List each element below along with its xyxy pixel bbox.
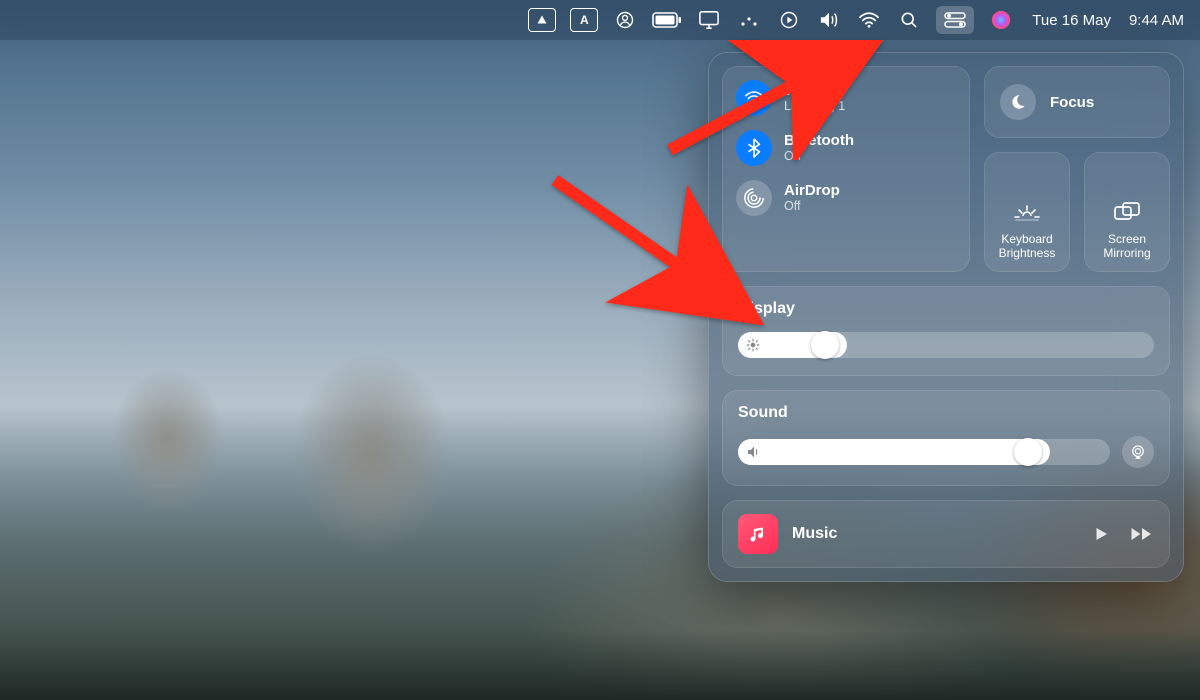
wifi-title: Wi-Fi: [784, 82, 845, 99]
display-title: Display: [738, 300, 1154, 318]
airdrop-title: AirDrop: [784, 182, 840, 199]
wifi-icon[interactable]: [856, 6, 882, 34]
screen-mirroring-button[interactable]: Screen Mirroring: [1084, 152, 1170, 272]
airdrop-control[interactable]: AirDrop Off: [736, 180, 956, 216]
focus-title: Focus: [1050, 94, 1094, 111]
battery-icon[interactable]: [652, 6, 682, 34]
display-menu-icon[interactable]: [696, 6, 722, 34]
next-track-button[interactable]: [1130, 525, 1154, 543]
control-center-panel: Wi-Fi Lightning 1 Bluetooth On AirDrop: [708, 52, 1184, 582]
bluetooth-toggle-icon: [736, 130, 772, 166]
airdrop-toggle-icon: [736, 180, 772, 216]
menubar-time[interactable]: 9:44 AM: [1129, 12, 1184, 29]
play-button[interactable]: [1092, 525, 1110, 543]
wifi-subtitle: Lightning 1: [784, 99, 845, 114]
speaker-icon: [746, 445, 762, 459]
menubar-date[interactable]: Tue 16 May: [1032, 12, 1111, 29]
menu-bar: A Tue 16 May 9:44 AM: [0, 0, 1200, 40]
wifi-control[interactable]: Wi-Fi Lightning 1: [736, 80, 956, 116]
sound-output-button[interactable]: [1122, 436, 1154, 468]
brightness-icon: [746, 338, 760, 352]
connectivity-tile: Wi-Fi Lightning 1 Bluetooth On AirDrop: [722, 66, 970, 272]
now-playing-tile[interactable]: Music: [722, 500, 1170, 568]
media-menu-icon[interactable]: [776, 6, 802, 34]
volume-icon[interactable]: [816, 6, 842, 34]
now-playing-title: Music: [792, 525, 1072, 543]
menu-extra-icon[interactable]: [736, 6, 762, 34]
focus-moon-icon: [1000, 84, 1036, 120]
display-brightness-slider[interactable]: [738, 332, 1154, 358]
bluetooth-subtitle: On: [784, 149, 854, 164]
sound-tile: Sound: [722, 390, 1170, 486]
drive-menu-icon[interactable]: [528, 8, 556, 32]
screen-mirroring-label: Screen Mirroring: [1090, 232, 1164, 260]
music-app-icon: [738, 514, 778, 554]
wifi-toggle-icon: [736, 80, 772, 116]
airdrop-subtitle: Off: [784, 199, 840, 214]
control-center-icon[interactable]: [936, 6, 974, 34]
sound-volume-slider[interactable]: [738, 439, 1110, 465]
user-account-icon[interactable]: [612, 6, 638, 34]
bluetooth-control[interactable]: Bluetooth On: [736, 130, 956, 166]
display-tile: Display: [722, 286, 1170, 376]
app-a-menu-icon[interactable]: A: [570, 8, 598, 32]
sound-title: Sound: [738, 404, 1154, 422]
focus-control[interactable]: Focus: [984, 66, 1170, 138]
keyboard-brightness-icon: [1013, 204, 1041, 224]
bluetooth-title: Bluetooth: [784, 132, 854, 149]
spotlight-icon[interactable]: [896, 6, 922, 34]
keyboard-brightness-button[interactable]: Keyboard Brightness: [984, 152, 1070, 272]
siri-icon[interactable]: [988, 6, 1014, 34]
keyboard-brightness-label: Keyboard Brightness: [990, 232, 1064, 260]
screen-mirroring-icon: [1114, 202, 1140, 224]
